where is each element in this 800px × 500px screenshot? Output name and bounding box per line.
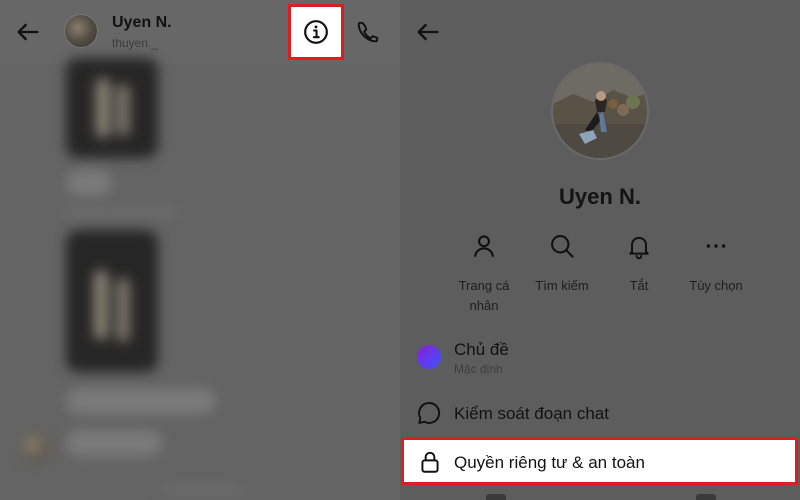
message-meta <box>162 486 242 494</box>
back-arrow-icon <box>17 23 39 41</box>
message-bubble <box>66 388 216 414</box>
conversation-info-panel: Uyen N. Trang cá nhân Tìm kiếm Tắt Tùy c… <box>400 0 800 500</box>
action-label: Trang cá nhân <box>458 278 510 313</box>
avatar <box>20 434 48 462</box>
profile-avatar[interactable] <box>551 62 649 160</box>
message-bubble <box>66 430 162 456</box>
search-icon <box>551 235 574 258</box>
profile-action[interactable]: Trang cá nhân <box>444 228 524 316</box>
person-icon <box>474 235 494 257</box>
privacy-safety-row[interactable]: Quyền riêng tư & an toàn <box>401 437 798 485</box>
back-arrow-icon <box>417 23 439 41</box>
action-bar: Trang cá nhân Tìm kiếm Tắt Tùy chọn <box>400 228 800 318</box>
message-image[interactable] <box>66 230 158 372</box>
theme-subtitle: Mặc định <box>454 362 503 376</box>
theme-row[interactable]: Chủ đề Mặc định <box>400 338 800 384</box>
bell-icon <box>629 236 649 260</box>
call-button[interactable] <box>352 16 384 48</box>
back-button[interactable] <box>12 16 44 48</box>
action-label: Tìm kiếm <box>535 278 589 293</box>
chat-control-title: Kiểm soát đoạn chat <box>454 404 609 423</box>
info-icon <box>304 20 328 44</box>
message-bubble <box>66 170 112 196</box>
profile-name: Uyen N. <box>559 184 641 209</box>
mute-action[interactable]: Tắt <box>599 228 679 296</box>
avatar[interactable] <box>64 14 98 48</box>
message-image[interactable] <box>66 58 158 158</box>
chat-panel: Uyen N. thuyen._ <box>0 0 400 500</box>
action-label: Tùy chọn <box>689 278 743 293</box>
search-action[interactable]: Tìm kiếm <box>522 228 602 296</box>
phone-icon <box>357 21 379 43</box>
contact-username: thuyen._ <box>112 36 159 50</box>
chat-bubble-icon <box>416 400 442 426</box>
chat-header: Uyen N. thuyen._ <box>0 0 400 64</box>
more-icon <box>706 244 726 248</box>
theme-title: Chủ đề <box>454 340 509 359</box>
action-label: Tắt <box>629 278 649 293</box>
contact-name[interactable]: Uyen N. <box>112 14 172 32</box>
info-button[interactable] <box>288 4 344 60</box>
next-row-icon <box>486 494 506 500</box>
options-action[interactable]: Tùy chọn <box>676 228 756 296</box>
message-meta <box>66 208 178 216</box>
lock-icon <box>417 449 443 475</box>
theme-dot-icon <box>416 344 442 370</box>
chat-control-row[interactable]: Kiểm soát đoạn chat <box>400 398 800 430</box>
profile-photo <box>553 64 647 158</box>
privacy-title: Quyền riêng tư & an toàn <box>454 453 645 472</box>
back-button[interactable] <box>412 16 444 48</box>
next-row-icon <box>696 494 716 500</box>
